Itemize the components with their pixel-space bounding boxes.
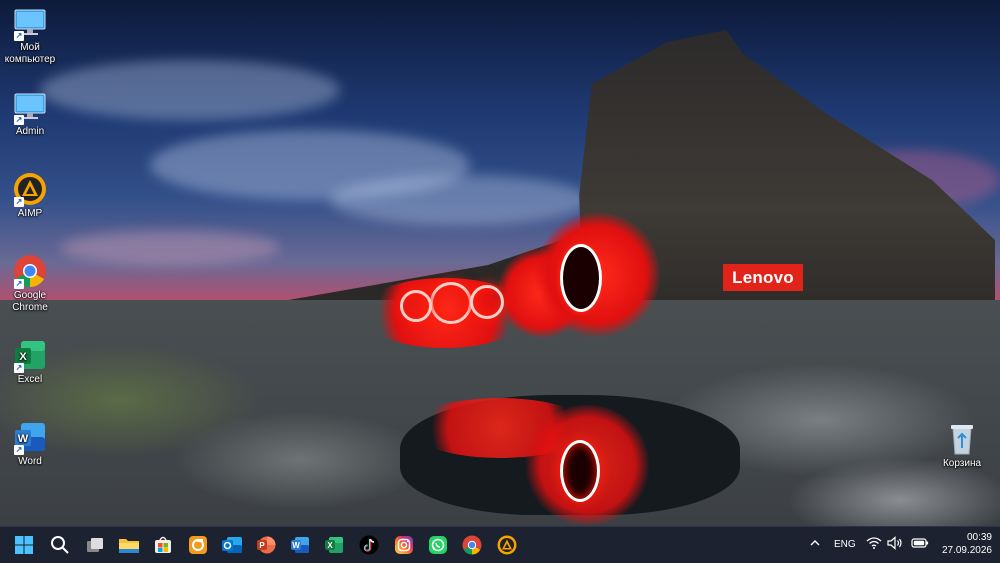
desktop-icon-label: Корзина	[942, 458, 982, 469]
clock-date: 27.09.2026	[941, 545, 992, 556]
desktop-icon-word[interactable]: W ↗ Word	[0, 420, 60, 468]
microsoft-store-icon[interactable]	[151, 533, 175, 557]
file-explorer-icon[interactable]	[117, 533, 141, 557]
whatsapp-icon[interactable]	[426, 533, 450, 557]
desktop-icon-label: AIMP	[17, 208, 43, 219]
clock-time: 00:39	[966, 532, 992, 543]
svg-text:X: X	[19, 351, 27, 363]
taskbar: P W X ENG 00:39 27.09.2026	[0, 526, 1000, 563]
desktop-wallpaper: Lenovo	[0, 0, 1000, 526]
excel-icon[interactable]: X	[322, 533, 346, 557]
task-view-icon[interactable]	[83, 533, 107, 557]
desktop-icon-my-computer[interactable]: ↗ Мой компьютер	[0, 6, 60, 66]
tiktok-icon[interactable]	[357, 533, 381, 557]
word-icon: W ↗	[13, 420, 47, 455]
desktop-icon-label: Excel	[17, 374, 43, 385]
powerpoint-icon[interactable]: P	[254, 533, 278, 557]
lenovo-logo: Lenovo	[723, 264, 803, 291]
desktop-icon-label: Google Chrome	[12, 290, 48, 313]
desktop-icon-aimp[interactable]: ↗ AIMP	[0, 172, 60, 220]
chrome-icon: ↗	[13, 254, 47, 289]
photo-app-icon[interactable]	[186, 533, 210, 557]
aimp-icon[interactable]	[495, 533, 519, 557]
desktop-icon-excel[interactable]: X ↗ Excel	[0, 338, 60, 386]
desktop-icon-label: Admin	[15, 126, 45, 137]
windows-start-icon[interactable]	[12, 533, 36, 557]
desktop-icon-chrome[interactable]: ↗ Google Chrome	[0, 254, 60, 314]
excel-icon: X ↗	[13, 338, 47, 373]
desktop-icon-label: Word	[18, 456, 42, 467]
desktop-icon-label: Мой компьютер	[4, 42, 56, 65]
svg-text:W: W	[18, 433, 29, 445]
svg-text:W: W	[292, 541, 300, 550]
search-icon[interactable]	[48, 533, 72, 557]
language-indicator[interactable]: ENG	[834, 539, 856, 550]
chrome-icon[interactable]	[460, 533, 484, 557]
volume-icon[interactable]	[887, 536, 903, 553]
outlook-icon[interactable]	[220, 533, 244, 557]
instagram-icon[interactable]	[392, 533, 416, 557]
show-hidden-icons-chevron-icon[interactable]	[808, 537, 822, 552]
aimp-icon: ↗	[13, 172, 47, 207]
clock[interactable]: 00:39 27.09.2026	[934, 531, 992, 557]
battery-icon[interactable]	[911, 537, 929, 552]
desktop-icon-admin[interactable]: ↗ Admin	[0, 90, 60, 138]
monitor-icon: ↗	[13, 90, 47, 125]
recycle-bin-icon	[945, 422, 979, 456]
desktop-icon-recycle-bin[interactable]: Корзина	[932, 422, 992, 470]
svg-text:P: P	[259, 541, 265, 550]
wifi-icon[interactable]	[866, 536, 882, 553]
svg-text:X: X	[327, 541, 333, 550]
word-icon[interactable]: W	[288, 533, 312, 557]
monitor-icon: ↗	[13, 6, 47, 41]
